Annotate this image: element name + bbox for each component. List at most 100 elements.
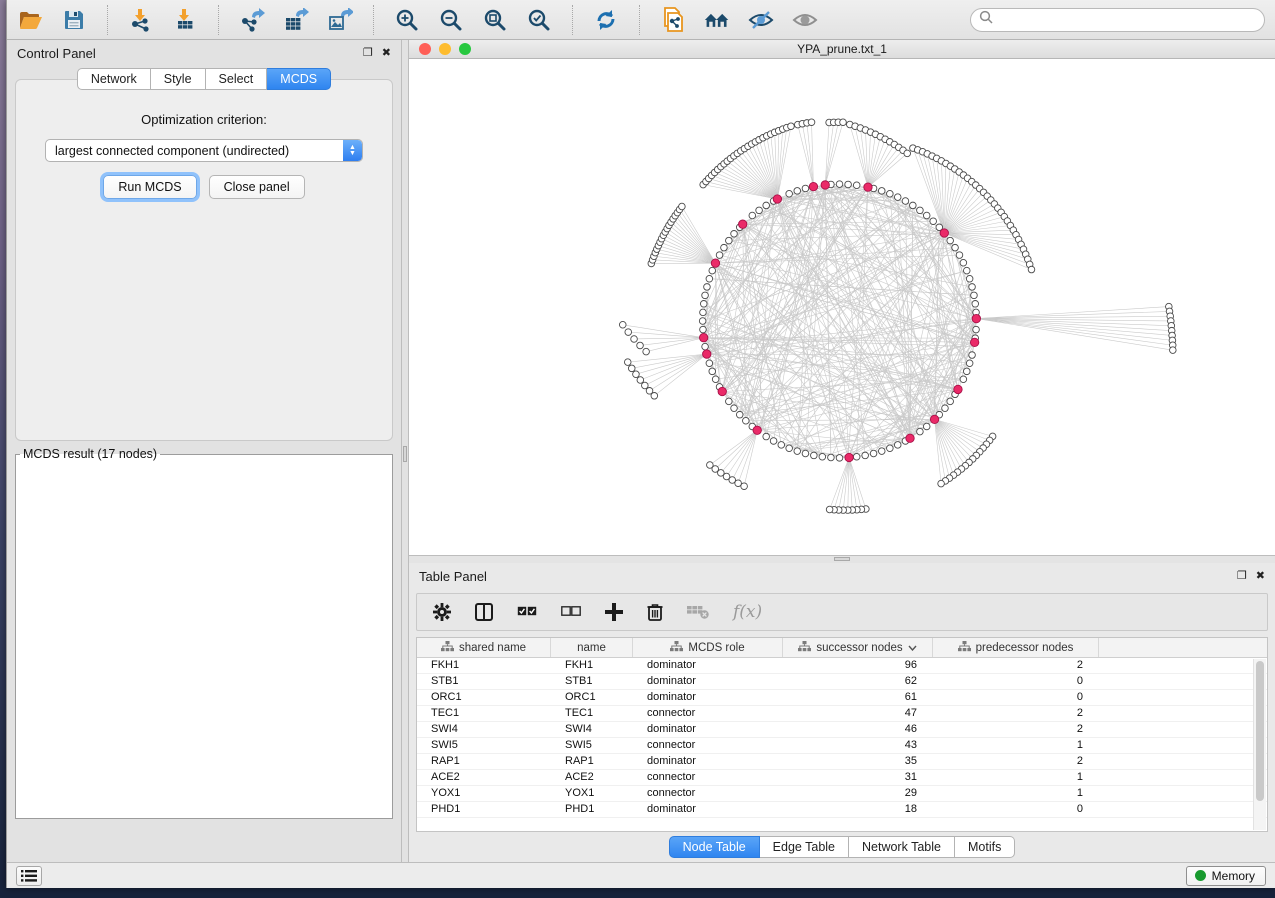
show-columns-icon[interactable] [475,603,493,621]
cell-MCDS-role: connector [633,706,783,721]
run-mcds-button[interactable]: Run MCDS [103,175,196,199]
tab-network-table[interactable]: Network Table [849,836,955,858]
cell-predecessor-nodes: 1 [933,786,1099,801]
horizontal-splitter[interactable] [409,556,1275,563]
open-file-icon[interactable] [17,7,43,33]
table-settings-gear-icon[interactable] [433,603,451,621]
tab-node-table[interactable]: Node Table [669,836,760,858]
table-header-row: shared name name MCDS role successor nodesp… [417,638,1267,658]
create-column-icon[interactable] [605,603,623,621]
cell-shared-name: YOX1 [417,786,551,801]
cell-MCDS-role: dominator [633,658,783,673]
tab-edge-table[interactable]: Edge Table [760,836,849,858]
cell-MCDS-role: dominator [633,754,783,769]
search-input[interactable] [999,12,1256,28]
zoom-fit-icon[interactable] [482,7,508,33]
tab-mcds[interactable]: MCDS [267,68,331,90]
search-box[interactable] [970,8,1265,32]
cell-MCDS-role: connector [633,786,783,801]
column-header-predecessor-nodes[interactable]: predecessor nodes [933,638,1099,657]
column-header-successor-nodes[interactable]: successor nodes [783,638,933,657]
control-panel-tabs: NetworkStyleSelectMCDS [77,68,331,90]
table-scrollbar[interactable] [1253,659,1266,830]
cell-shared-name: SWI4 [417,722,551,737]
table-row[interactable]: RAP1RAP1dominator352 [417,754,1267,770]
export-image-icon[interactable] [327,7,353,33]
export-table-icon[interactable] [283,7,309,33]
table-row[interactable]: SWI4SWI4dominator462 [417,722,1267,738]
cell-shared-name: TEC1 [417,706,551,721]
cell-shared-name: ACE2 [417,770,551,785]
splitter-grip[interactable] [403,446,407,462]
table-row[interactable]: TEC1TEC1connector472 [417,706,1267,722]
table-row[interactable]: SWI5SWI5connector431 [417,738,1267,754]
vertical-splitter[interactable] [401,40,409,862]
cell-MCDS-role: connector [633,738,783,753]
column-header-label: shared name [459,642,526,654]
splitter-grip[interactable] [834,557,850,561]
optimization-criterion-label: Optimization criterion: [16,112,392,127]
column-header-MCDS-role[interactable]: MCDS role [633,638,783,657]
tab-network[interactable]: Network [77,68,151,90]
delete-column-trash-icon[interactable] [647,603,663,621]
network-window-titlebar[interactable]: YPA_prune.txt_1 [409,40,1275,59]
table-row[interactable]: ACE2ACE2connector311 [417,770,1267,786]
cell-shared-name: SWI5 [417,738,551,753]
cell-name: RAP1 [551,754,633,769]
delete-table-icon[interactable] [687,605,709,619]
cell-successor-nodes: 61 [783,690,933,705]
show-all-icon[interactable] [792,7,818,33]
close-panel-icon[interactable]: ✖ [382,48,391,59]
cell-name: PHD1 [551,802,633,817]
apply-layout-icon[interactable] [593,7,619,33]
cell-name: ORC1 [551,690,633,705]
float-panel-icon[interactable]: ❐ [363,48,373,59]
table-row[interactable]: YOX1YOX1connector291 [417,786,1267,802]
function-builder-icon[interactable]: f(x) [733,602,762,622]
memory-button[interactable]: Memory [1186,866,1266,886]
column-header-shared-name[interactable]: shared name [417,638,551,657]
table-scrollbar-thumb[interactable] [1256,661,1264,801]
table-row[interactable]: FKH1FKH1dominator962 [417,658,1267,674]
first-neighbors-icon[interactable] [704,7,730,33]
cell-successor-nodes: 31 [783,770,933,785]
cell-successor-nodes: 62 [783,674,933,689]
shared-column-icon [441,641,454,655]
network-from-selection-icon[interactable] [660,7,686,33]
tab-style[interactable]: Style [151,68,206,90]
import-network-icon[interactable] [128,7,154,33]
criterion-dropdown[interactable]: largest connected component (undirected)… [45,139,363,162]
table-panel: Table Panel ❐ ✖ [409,563,1275,862]
column-header-label: MCDS role [688,642,744,654]
close-panel-icon[interactable]: ✖ [1256,571,1265,582]
table-row[interactable]: ORC1ORC1dominator610 [417,690,1267,706]
criterion-selected-value: largest connected component (undirected) [46,144,343,158]
float-panel-icon[interactable]: ❐ [1237,571,1247,582]
memory-button-label: Memory [1212,869,1255,883]
import-table-icon[interactable] [172,7,198,33]
network-canvas[interactable] [409,59,1275,555]
close-panel-button[interactable]: Close panel [209,175,305,199]
save-session-icon[interactable] [61,7,87,33]
zoom-out-icon[interactable] [438,7,464,33]
table-row[interactable]: PHD1PHD1dominator180 [417,802,1267,818]
cell-predecessor-nodes: 1 [933,770,1099,785]
cell-name: SWI5 [551,738,633,753]
node-table[interactable]: shared name name MCDS role successor nodesp… [416,637,1268,832]
network-window-title: YPA_prune.txt_1 [409,42,1275,56]
zoom-selected-icon[interactable] [526,7,552,33]
zoom-in-icon[interactable] [394,7,420,33]
export-network-icon[interactable] [239,7,265,33]
show-panels-list-icon[interactable] [16,866,42,886]
table-row[interactable]: STB1STB1dominator620 [417,674,1267,690]
cell-successor-nodes: 18 [783,802,933,817]
hide-selected-icon[interactable] [748,7,774,33]
table-panel-title: Table Panel [419,569,487,584]
select-all-columns-icon[interactable] [517,606,537,618]
sort-descending-icon [908,642,917,654]
network-graph[interactable] [409,59,1275,555]
tab-select[interactable]: Select [206,68,268,90]
column-header-name[interactable]: name [551,638,633,657]
tab-motifs[interactable]: Motifs [955,836,1015,858]
deselect-all-columns-icon[interactable] [561,606,581,618]
